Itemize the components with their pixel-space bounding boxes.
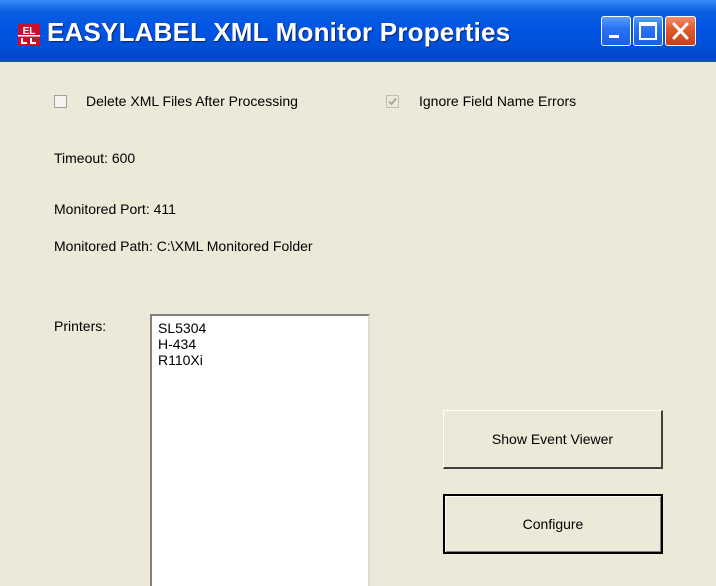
configure-label: Configure xyxy=(522,516,584,532)
printers-listbox[interactable]: SL5304 H-434 R110Xi xyxy=(150,314,370,586)
printer-item[interactable]: H-434 xyxy=(158,336,196,352)
printer-item[interactable]: SL5304 xyxy=(158,320,206,336)
printers-label: Printers: xyxy=(54,318,107,334)
title-bar[interactable]: EL EASYLABEL XML Monitor Properties xyxy=(0,0,716,62)
show-event-viewer-label: Show Event Viewer xyxy=(491,431,614,447)
checkmark-icon xyxy=(388,97,397,106)
printer-item[interactable]: R110Xi xyxy=(158,352,203,368)
svg-text:EL: EL xyxy=(23,26,36,37)
easylabel-app-icon[interactable]: EL xyxy=(18,24,40,46)
close-icon xyxy=(672,22,689,40)
ignore-field-errors-label[interactable]: Ignore Field Name Errors xyxy=(419,93,576,109)
window-title: EASYLABEL XML Monitor Properties xyxy=(47,17,511,47)
show-event-viewer-button[interactable]: Show Event Viewer xyxy=(443,410,663,469)
timeout-label: Timeout: 600 xyxy=(54,150,136,166)
ignore-field-errors-checkbox[interactable] xyxy=(386,95,399,108)
maximize-button[interactable] xyxy=(633,16,663,46)
delete-xml-checkbox[interactable] xyxy=(54,95,67,108)
close-button[interactable] xyxy=(665,16,696,46)
minimize-icon xyxy=(609,35,619,38)
maximize-icon xyxy=(639,22,657,40)
minimize-button[interactable] xyxy=(601,16,631,46)
monitored-port-label: Monitored Port: 411 xyxy=(54,201,176,217)
properties-window: EL EASYLABEL XML Monitor Properties Dele… xyxy=(0,0,716,586)
monitored-path-label: Monitored Path: C:\XML Monitored Folder xyxy=(54,238,313,254)
delete-xml-label[interactable]: Delete XML Files After Processing xyxy=(86,93,298,109)
configure-button[interactable]: Configure xyxy=(443,494,663,554)
